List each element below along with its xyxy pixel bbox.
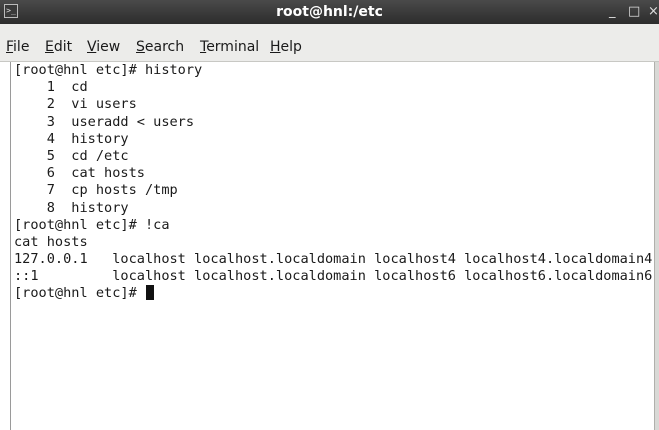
menu-terminal[interactable]: Terminal: [200, 39, 259, 55]
menu-file-label: ile: [13, 39, 30, 55]
menu-edit-label: dit: [53, 39, 73, 55]
menu-help-label: elp: [280, 39, 302, 55]
terminal-line: [root@hnl etc]# history: [14, 62, 203, 78]
terminal-line: 4 history: [14, 130, 129, 147]
window-edge: [654, 62, 659, 430]
menu-help-mnemonic: H: [270, 39, 281, 55]
maximize-button[interactable]: □: [628, 0, 640, 24]
terminal-line: [root@hnl etc]# !ca: [14, 216, 170, 233]
menu-edit-mnemonic: E: [45, 39, 54, 55]
text-cursor: [145, 285, 154, 301]
close-button[interactable]: ×: [648, 0, 659, 24]
terminal-line: 127.0.0.1 localhost localhost.localdomai…: [14, 251, 653, 268]
menu-bar: File Edit View Search Terminal Help: [0, 24, 659, 62]
title-bar[interactable]: >_ root@hnl:/etc _ □ ×: [0, 0, 659, 24]
menu-terminal-label: erminal: [206, 39, 260, 55]
menu-search-mnemonic: S: [136, 39, 145, 55]
menu-view[interactable]: View: [87, 39, 120, 55]
menu-edit[interactable]: Edit: [45, 39, 72, 55]
menu-view-label: iew: [96, 39, 121, 55]
terminal-line: 7 cp hosts /tmp: [14, 182, 178, 199]
terminal-line: 6 cat hosts: [14, 165, 145, 182]
terminal-line: 5 cd /etc: [14, 147, 129, 164]
terminal-line: 1 cd: [14, 79, 88, 96]
menu-search-label: earch: [144, 39, 185, 55]
terminal-line: 8 history: [14, 199, 129, 216]
menu-view-mnemonic: V: [87, 39, 97, 55]
terminal-line: ::1 localhost localhost.localdomain loca…: [14, 268, 653, 285]
window-title: root@hnl:/etc: [276, 4, 383, 20]
menu-file[interactable]: File: [6, 39, 29, 55]
terminal-line: 2 vi users: [14, 96, 137, 113]
shell-prompt: [root@hnl etc]#: [14, 285, 145, 302]
menu-file-mnemonic: F: [6, 39, 14, 55]
menu-help[interactable]: Help: [270, 39, 302, 55]
minimize-button[interactable]: _: [609, 0, 616, 24]
prompt-line[interactable]: [root@hnl etc]#: [14, 285, 654, 302]
terminal-line: cat hosts: [14, 233, 88, 250]
terminal-line: 3 useradd < users: [14, 113, 195, 130]
menu-search[interactable]: Search: [136, 39, 184, 55]
terminal-output[interactable]: [root@hnl etc]# history 1 cd 2 vi users …: [10, 62, 654, 430]
